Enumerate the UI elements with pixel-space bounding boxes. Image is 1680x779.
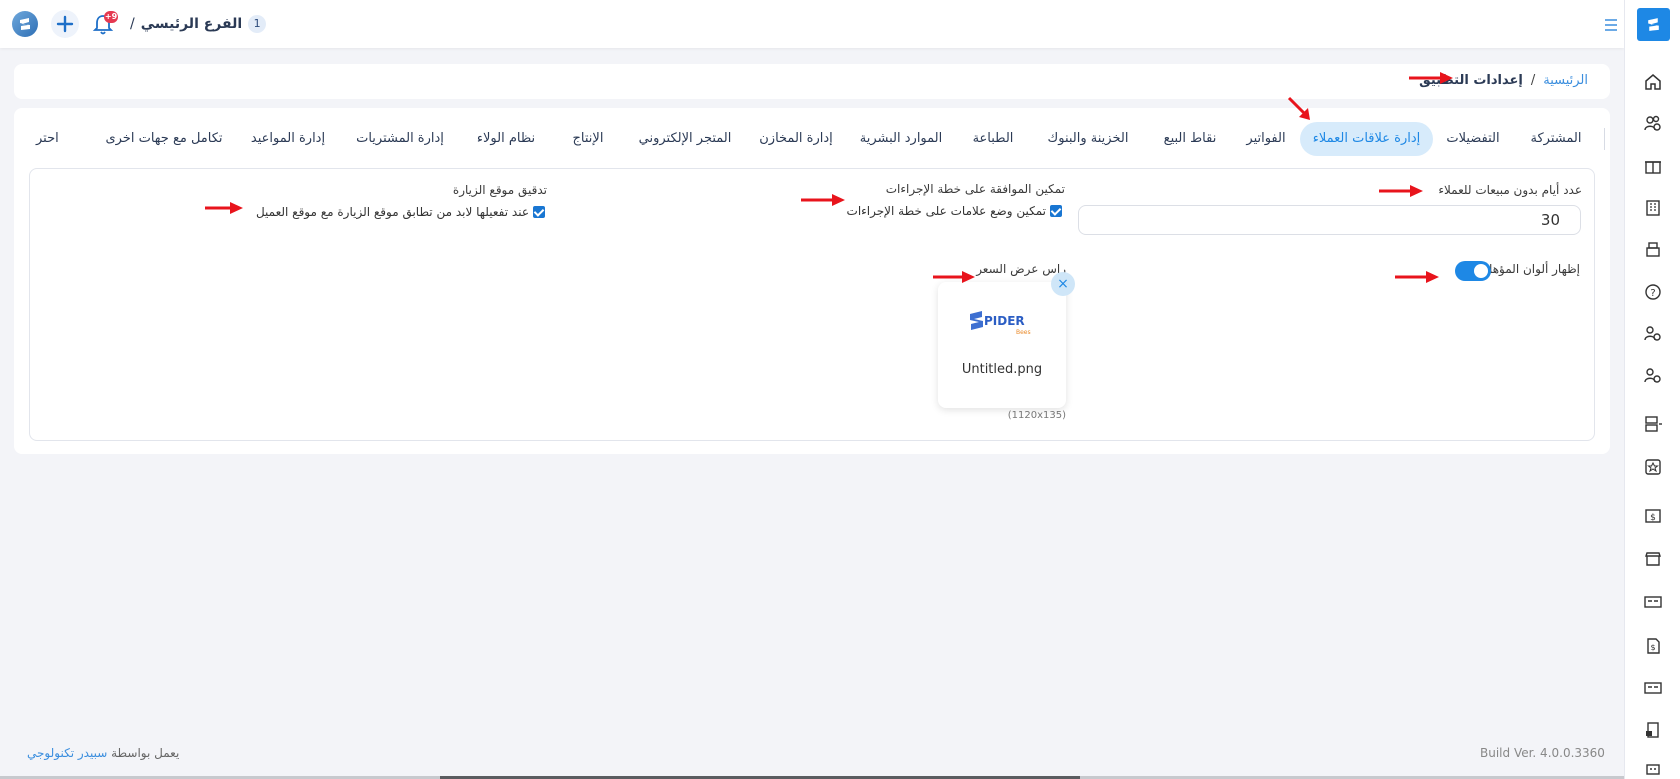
tab-treasury[interactable]: الخزينة والبنوك [1034,122,1142,156]
qualified-colors-label: إظهار ألوان المؤهل [1483,262,1580,276]
company-link[interactable]: سبيدر تكنولوجي [27,746,107,760]
home-icon[interactable] [1643,72,1663,92]
users-settings-icon[interactable] [1643,114,1663,134]
annotation-arrow-icon [1287,96,1310,120]
file-dimensions: (1120x135) [1007,410,1066,421]
id-card-icon[interactable] [1643,678,1663,698]
tab-loyalty[interactable]: نظام الولاء [463,122,549,156]
tab-integrations[interactable]: تكامل مع جهات اخرى [98,122,230,156]
breadcrumb-home-link[interactable]: الرئيسية [1543,73,1588,88]
store-icon[interactable] [1643,549,1663,569]
file-remove-button[interactable]: × [1051,272,1075,296]
group-settings-icon[interactable] [1643,366,1663,386]
footer-credits: يعمل بواسطة سبيدر تكنولوجي [27,746,179,760]
annotation-arrow-icon [933,271,975,283]
money-icon[interactable]: $ [1643,506,1663,526]
sidebar: ? $ $ [1624,0,1680,779]
top-bar: +9 1 الفرع الرئيسي / [0,0,1624,48]
sidebar-logo-icon[interactable] [1637,8,1670,41]
tab-divider [1604,128,1605,150]
printer-icon[interactable] [1643,240,1663,260]
tab-purchases[interactable]: إدارة المشتريات [344,122,456,156]
plan-marks-checkbox[interactable] [1050,205,1062,217]
box-icon[interactable] [1643,156,1663,176]
plan-approval-label: تمكين الموافقة على خطة الإجراءات [885,182,1065,196]
svg-text:$: $ [1650,513,1656,523]
plan-marks-checkbox-row[interactable]: تمكين وضع علامات على خطة الإجراءات [847,204,1062,218]
plan-marks-checkbox-label: تمكين وضع علامات على خطة الإجراءات [846,204,1046,218]
lock-document-icon[interactable] [1643,720,1663,740]
visit-location-checkbox-label: عند تفعيلها لابد من تطابق موقع الزيارة م… [255,205,529,219]
visit-location-label: تدقيق موقع الزيارة [452,183,547,197]
notification-badge: +9 [104,11,118,23]
hamburger-menu-icon[interactable] [1604,16,1618,35]
tab-more[interactable]: احتر [36,122,76,156]
branch-name: الفرع الرئيسي [140,16,243,32]
visit-location-checkbox-row[interactable]: عند تفعيلها لابد من تطابق موقع الزيارة م… [256,205,545,219]
document-money-icon[interactable]: $ [1643,636,1663,656]
card-icon[interactable] [1643,592,1663,612]
visit-location-checkbox[interactable] [533,206,545,218]
annotation-arrow-icon [205,202,243,214]
qualified-colors-toggle[interactable] [1455,261,1491,281]
quote-header-label: راس عرض السعر [976,262,1066,276]
days-without-sales-input[interactable] [1078,205,1581,235]
branch-selector[interactable]: 1 الفرع الرئيسي / [130,13,267,35]
add-button[interactable] [51,10,79,38]
spider-logo-text: PIDER [984,314,1025,328]
branch-separator: / [130,16,135,32]
build-version: Build Ver. 4.0.0.3360 [1480,746,1605,760]
file-name: Untitled.png [961,362,1043,377]
tab-warehouses[interactable]: إدارة المخازن [750,122,842,156]
tab-production[interactable]: الإنتاج [558,122,618,156]
building-icon[interactable] [1643,198,1663,218]
tab-invoices[interactable]: الفواتير [1236,122,1296,156]
powered-by-text: يعمل بواسطة [111,746,180,760]
plus-icon [56,15,74,33]
svg-text:?: ? [1650,288,1655,299]
spider-logo-sub: Bees [1016,329,1031,336]
annotation-arrow-icon [1379,185,1423,197]
uploaded-file-card [938,282,1066,408]
breadcrumb-card: الرئيسية / إعدادات التطبيق [14,64,1610,99]
star-badge-icon[interactable] [1643,457,1663,477]
branch-number: 1 [248,15,267,33]
tab-preferences[interactable]: التفضيلات [1433,122,1513,156]
settings-card: المشتركة التفضيلات إدارة علاقات العملاء … [14,108,1610,454]
app-logo-icon[interactable] [12,11,38,37]
tab-hr[interactable]: الموارد البشرية [850,122,952,156]
tab-common[interactable]: المشتركة [1518,122,1594,156]
team-settings-icon[interactable] [1643,324,1663,344]
help-icon[interactable]: ? [1643,282,1663,302]
annotation-arrow-icon [1409,72,1453,84]
tab-pos[interactable]: نقاط البيع [1150,122,1230,156]
tab-crm[interactable]: إدارة علاقات العملاء [1300,122,1433,156]
robot-icon[interactable] [1643,758,1663,778]
tab-ecommerce[interactable]: المتجر الإلكتروني [624,122,746,156]
annotation-arrow-icon [801,194,845,206]
settings-tabs: المشتركة التفضيلات إدارة علاقات العملاء … [28,122,1608,156]
svg-text:$: $ [1650,643,1655,652]
layout-icon[interactable] [1643,414,1663,434]
days-without-sales-label: عدد أيام بدون مبيعات للعملاء [1438,183,1582,197]
tab-printing[interactable]: الطباعة [958,122,1028,156]
tab-appointments[interactable]: إدارة المواعيد [238,122,338,156]
annotation-arrow-icon [1395,271,1439,283]
breadcrumb-separator: / [1530,73,1536,88]
spider-logo-icon: PIDER Bees [970,311,1031,336]
